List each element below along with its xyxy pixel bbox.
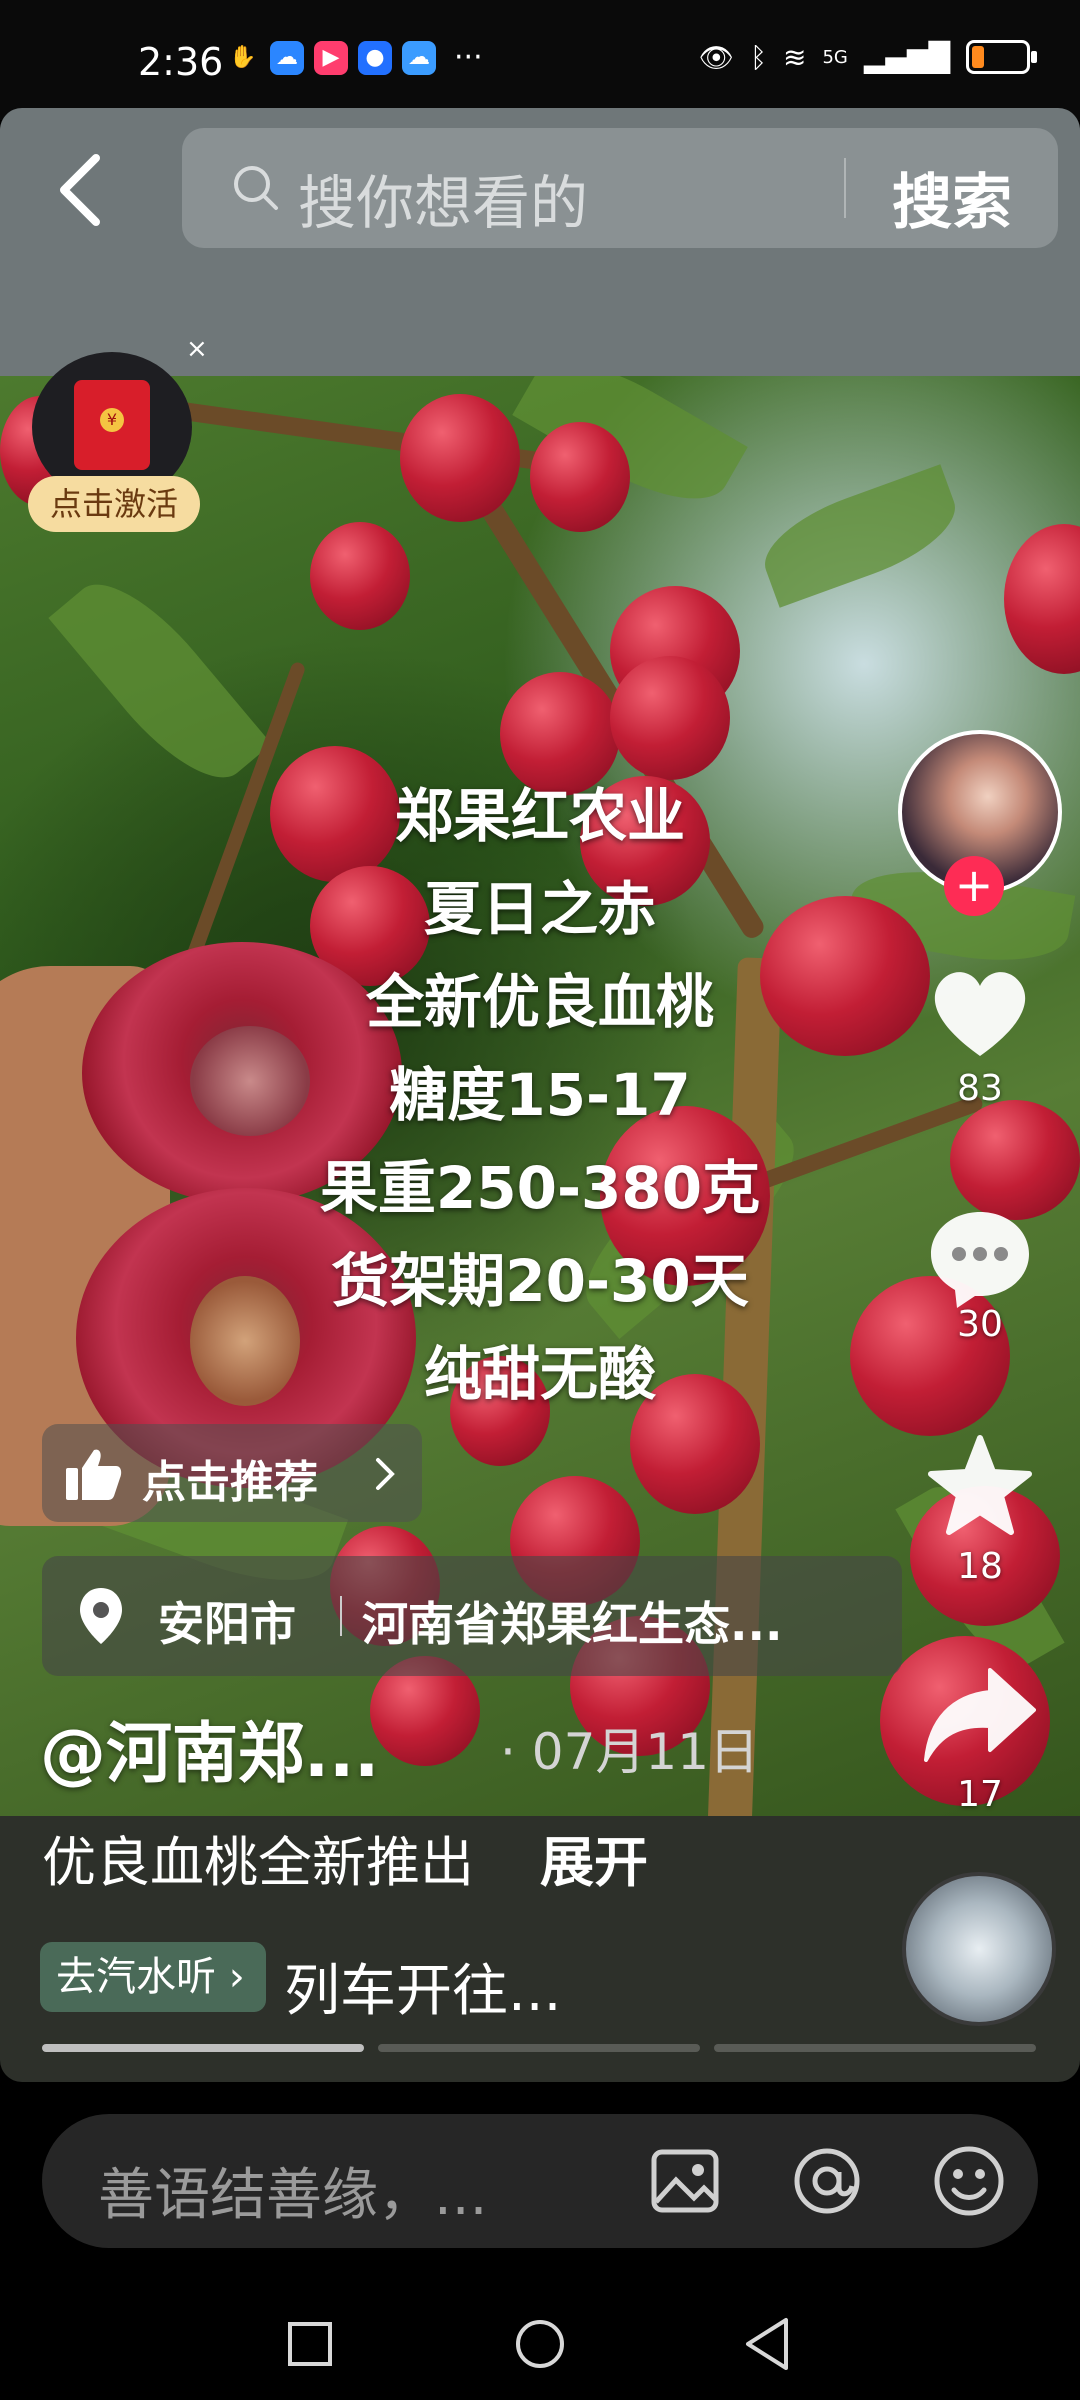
overlay-line: 纯甜无酸 — [423, 1340, 656, 1408]
home-icon[interactable] — [514, 2318, 566, 2370]
favorite-button[interactable]: 18 — [910, 1432, 1050, 1587]
progress-segment — [378, 2044, 700, 2052]
location-divider — [340, 1596, 342, 1636]
comment-button[interactable]: 30 — [910, 1204, 1050, 1345]
overlay-line: 糖度15-17 — [389, 1061, 691, 1129]
back-triangle-icon[interactable] — [742, 2316, 794, 2372]
recent-apps-icon[interactable] — [286, 2320, 334, 2368]
video-app-icon: ▶ — [314, 40, 348, 75]
weather-app-icon: ☁ — [402, 40, 436, 75]
music-title[interactable]: 列车开往... — [284, 1946, 561, 2027]
wifi-icon: ≋ — [782, 40, 807, 74]
search-divider — [844, 158, 846, 218]
share-arrow-icon — [924, 1668, 1036, 1762]
status-bar: 2:36 ✋ ☁ ▶ ● ☁ ··· 👁 ᛒ ≋ 5G ▂▄▆█ — [0, 0, 1080, 120]
chevron-right-icon — [376, 1458, 395, 1490]
overlay-line: 夏日之赤 — [423, 875, 656, 943]
chevron-left-icon — [60, 154, 100, 226]
activate-button[interactable]: 点击激活 — [28, 476, 200, 532]
music-disc[interactable] — [902, 1872, 1056, 2026]
back-button[interactable] — [52, 150, 112, 230]
status-time: 2:36 — [138, 40, 224, 84]
status-notification-icons: ✋ ☁ ▶ ● ☁ ··· — [226, 40, 483, 75]
video-description: 优良血桃全新推出 — [42, 1831, 474, 1894]
location-tag[interactable]: 安阳市 河南省郑果红生态... — [42, 1556, 902, 1676]
progress-segment — [714, 2044, 1036, 2052]
bluetooth-icon: ᛒ — [750, 40, 767, 74]
red-envelope-icon — [74, 380, 150, 470]
location-place: 河南省郑果红生态... — [362, 1597, 783, 1651]
hand-icon: ✋ — [229, 45, 257, 70]
expand-button[interactable]: 展开 — [540, 1818, 648, 1897]
ad-close-icon[interactable]: × — [186, 334, 208, 364]
recommend-label: 点击推荐 — [142, 1457, 318, 1508]
location-pin-icon — [80, 1588, 122, 1644]
author-name[interactable]: @河南郑... — [40, 1700, 379, 1796]
emoji-icon[interactable] — [930, 2142, 1008, 2220]
search-button[interactable]: 搜索 — [892, 154, 1012, 241]
battery-icon — [966, 40, 1037, 74]
star-icon — [928, 1435, 1032, 1535]
progress-segment-active — [42, 2044, 364, 2052]
image-icon[interactable] — [646, 2142, 724, 2220]
video-caption-overlay: 郑果红农业 夏日之赤 全新优良血桃 糖度15-17 果重250-380克 货架期… — [270, 770, 810, 1421]
comment-placeholder: 善语结善缘，... — [98, 2163, 488, 2228]
at-mention-icon[interactable] — [788, 2142, 866, 2220]
listen-label: 去汽水听 — [56, 1954, 216, 2000]
eye-icon: 👁 — [698, 40, 735, 74]
share-button[interactable]: 17 — [910, 1660, 1050, 1815]
comment-input[interactable]: 善语结善缘，... — [42, 2114, 1038, 2248]
overlay-line: 郑果红农业 — [394, 782, 685, 850]
cloud-app-icon: ☁ — [270, 40, 304, 75]
like-count: 83 — [957, 1068, 1003, 1109]
share-count: 17 — [957, 1774, 1003, 1815]
search-bar[interactable]: 搜你想看的 搜索 — [182, 128, 1058, 248]
overlay-line: 果重250-380克 — [319, 1154, 761, 1222]
system-navigation-bar — [0, 2258, 1080, 2400]
recommend-button[interactable]: 点击推荐 — [42, 1424, 422, 1522]
favorite-count: 18 — [957, 1546, 1003, 1587]
bulb-app-icon: ● — [358, 40, 392, 75]
signal-icon: ▂▄▆█ — [863, 40, 950, 74]
thumbs-up-icon — [66, 1449, 122, 1500]
comment-icon — [931, 1212, 1029, 1308]
overlay-line: 货架期20-30天 — [331, 1247, 749, 1315]
search-input[interactable]: 搜你想看的 — [298, 156, 588, 240]
network-type: 5G — [822, 46, 848, 68]
listen-in-qishui-button[interactable]: 去汽水听 › — [40, 1942, 266, 2012]
follow-button[interactable]: + — [944, 856, 1004, 916]
like-button[interactable]: 83 — [910, 964, 1050, 1109]
overlay-line: 全新优良血桃 — [365, 968, 714, 1036]
post-date: · 07月11日 — [500, 1723, 760, 1781]
location-city: 安阳市 — [158, 1597, 296, 1651]
more-notifications-icon: ··· — [454, 40, 483, 75]
heart-icon — [934, 972, 1026, 1056]
chevron-right-icon: › — [228, 1954, 245, 2000]
search-icon — [234, 166, 278, 210]
status-system-icons: 👁 ᛒ ≋ 5G ▂▄▆█ — [698, 40, 1037, 74]
